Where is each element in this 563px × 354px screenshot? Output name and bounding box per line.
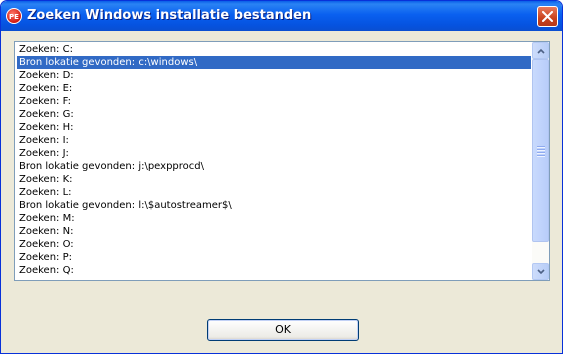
chevron-up-icon	[537, 48, 545, 54]
title-bar[interactable]: PE Zoeken Windows installatie bestanden	[1, 1, 562, 31]
list-item[interactable]: Zoeken: Q:	[17, 264, 531, 277]
search-results-list[interactable]: Zoeken: C: Bron lokatie gevonden: c:\wind…	[14, 41, 550, 281]
list-item[interactable]: Zoeken: C:	[17, 43, 531, 56]
dialog-window: PE Zoeken Windows installatie bestanden …	[0, 0, 563, 354]
list-items: Zoeken: C: Bron lokatie gevonden: c:\wind…	[17, 43, 531, 277]
list-item[interactable]: Zoeken: P:	[17, 251, 531, 264]
grip-icon	[537, 146, 545, 158]
list-item[interactable]: Zoeken: M:	[17, 212, 531, 225]
list-item[interactable]: Zoeken: L:	[17, 186, 531, 199]
list-item[interactable]: Zoeken: J:	[17, 147, 531, 160]
list-item[interactable]: Zoeken: O:	[17, 238, 531, 251]
close-icon	[542, 11, 553, 22]
app-icon: PE	[6, 8, 22, 24]
chevron-down-icon	[537, 269, 545, 275]
list-item[interactable]: Zoeken: K:	[17, 173, 531, 186]
vertical-scrollbar[interactable]	[532, 42, 549, 280]
scroll-thumb[interactable]	[532, 59, 549, 242]
close-button[interactable]	[537, 6, 558, 27]
scroll-down-button[interactable]	[532, 263, 549, 280]
list-item[interactable]: Zoeken: N:	[17, 225, 531, 238]
list-item[interactable]: Zoeken: F:	[17, 95, 531, 108]
ok-button[interactable]: OK	[207, 319, 359, 341]
list-item[interactable]: Bron lokatie gevonden: c:\windows\	[17, 56, 531, 69]
list-item[interactable]: Zoeken: H:	[17, 121, 531, 134]
list-item[interactable]: Bron lokatie gevonden: l:\$autostreamer$…	[17, 199, 531, 212]
scroll-up-button[interactable]	[532, 42, 549, 59]
list-item[interactable]: Zoeken: D:	[17, 69, 531, 82]
window-title: Zoeken Windows installatie bestanden	[27, 8, 312, 23]
list-item[interactable]: Zoeken: G:	[17, 108, 531, 121]
list-item[interactable]: Zoeken: I:	[17, 134, 531, 147]
list-item[interactable]: Bron lokatie gevonden: j:\pexpprocd\	[17, 160, 531, 173]
list-item[interactable]: Zoeken: E:	[17, 82, 531, 95]
